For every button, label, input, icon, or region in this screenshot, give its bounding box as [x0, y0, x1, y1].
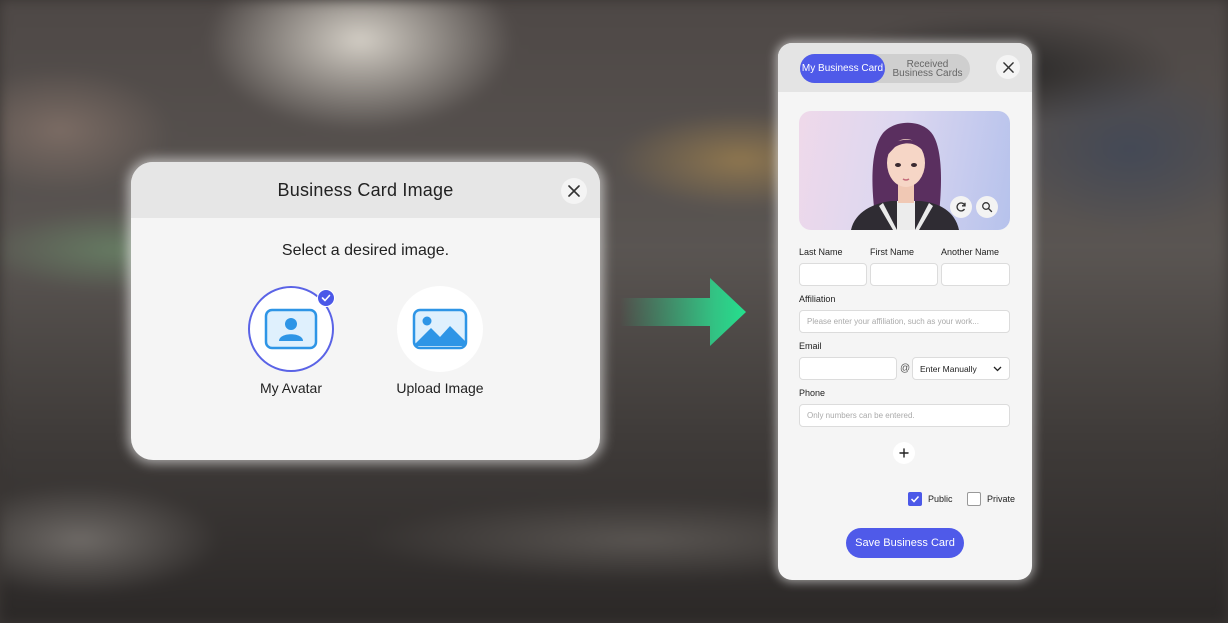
dialog-header: Business Card Image — [131, 162, 600, 218]
selected-check-icon — [317, 289, 335, 307]
public-label: Public — [928, 494, 953, 504]
last-name-field[interactable] — [799, 263, 867, 286]
close-icon — [568, 185, 580, 197]
affiliation-field[interactable]: Please enter your affiliation, such as y… — [799, 310, 1010, 333]
business-card-image-dialog: Business Card Image Select a desired ima… — [131, 162, 600, 460]
landscape-image-icon — [412, 308, 468, 350]
add-field-button[interactable] — [893, 442, 915, 464]
first-name-field[interactable] — [870, 263, 938, 286]
another-name-field[interactable] — [941, 263, 1010, 286]
check-icon — [910, 495, 920, 503]
first-name-label: First Name — [870, 247, 915, 257]
private-checkbox[interactable] — [967, 492, 981, 506]
avatar-photo — [799, 111, 1010, 230]
tab-received-business-cards[interactable]: Received Business Cards — [885, 54, 970, 83]
my-avatar-option[interactable]: My Avatar — [221, 286, 361, 396]
phone-label: Phone — [799, 388, 826, 398]
another-name-label: Another Name — [941, 247, 1000, 257]
phone-field[interactable]: Only numbers can be entered. — [799, 404, 1010, 427]
dialog-title: Business Card Image — [277, 179, 454, 200]
magnifier-icon — [982, 202, 993, 213]
dialog-subtitle: Select a desired image. — [281, 242, 450, 259]
public-checkbox[interactable] — [908, 492, 922, 506]
tab-my-business-card[interactable]: My Business Card — [800, 54, 885, 83]
zoom-photo-button[interactable] — [976, 196, 998, 218]
email-domain-select[interactable]: Enter Manually — [912, 357, 1010, 380]
my-avatar-label: My Avatar — [260, 380, 322, 396]
avatar-image-icon — [264, 308, 318, 350]
upload-image-option[interactable]: Upload Image — [370, 286, 510, 396]
image-options: My Avatar Upload Image — [131, 286, 600, 406]
private-label: Private — [987, 494, 1016, 504]
upload-image-label: Upload Image — [396, 380, 484, 396]
refresh-photo-button[interactable] — [950, 196, 972, 218]
plus-icon — [899, 448, 909, 458]
refresh-icon — [956, 202, 966, 212]
close-icon — [1002, 61, 1014, 73]
email-label: Email — [799, 341, 822, 351]
last-name-label: Last Name — [799, 247, 843, 257]
panel-header: My Business Card Received Business Cards — [778, 43, 1032, 92]
card-tabs: My Business Card Received Business Cards — [800, 54, 970, 83]
save-business-card-button[interactable]: Save Business Card — [846, 528, 964, 558]
email-domain-value: Enter Manually — [920, 363, 977, 374]
upload-image-circle — [397, 286, 483, 372]
email-at-sign: @ — [900, 363, 911, 374]
affiliation-label: Affiliation — [799, 294, 836, 304]
dialog-close-button[interactable] — [561, 178, 587, 204]
business-card-panel: My Business Card Received Business Cards — [778, 43, 1032, 580]
email-local-field[interactable] — [799, 357, 897, 380]
chevron-down-icon — [993, 366, 1002, 371]
panel-close-button[interactable] — [996, 55, 1020, 79]
my-avatar-circle — [248, 286, 335, 372]
arrow-right-icon — [620, 278, 746, 346]
